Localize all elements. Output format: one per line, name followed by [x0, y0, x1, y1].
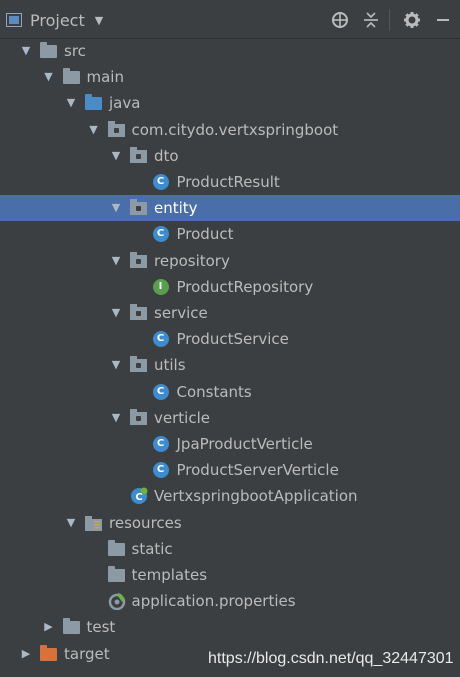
folder-icon	[107, 539, 125, 556]
tree-item-service[interactable]: ▼ service	[0, 300, 460, 326]
tree-item-label: dto	[154, 146, 179, 165]
folder-icon	[62, 68, 80, 85]
package-icon	[130, 199, 147, 216]
class-icon: C	[152, 462, 169, 479]
tree-item-label: repository	[154, 251, 230, 270]
chevron-down-icon[interactable]: ▼	[95, 14, 103, 27]
source-folder-icon	[85, 94, 102, 111]
package-icon	[130, 304, 147, 320]
tree-item-java[interactable]: ▼ java	[0, 90, 460, 116]
expand-arrow-icon[interactable]: ▼	[109, 352, 123, 378]
expand-arrow-icon[interactable]: ▼	[109, 248, 123, 274]
collapse-icon[interactable]	[360, 9, 382, 31]
expand-arrow-icon[interactable]: ▼	[64, 510, 78, 536]
tree-item-vertxspringbootapplication[interactable]: C VertxspringbootApplication	[0, 483, 460, 509]
expand-arrow-icon[interactable]: ▼	[109, 195, 123, 221]
hide-icon[interactable]	[432, 9, 454, 31]
folder-icon	[40, 42, 57, 58]
tree-item-label: application.properties	[131, 592, 296, 611]
tree-item-label: VertxspringbootApplication	[154, 487, 358, 506]
tree-item-repository[interactable]: ▼ repository	[0, 248, 460, 274]
spring-properties-icon	[108, 592, 126, 611]
project-tree: ▼ src ▼ main ▼ java ▼ com.citydo.vertxspringboo…	[0, 38, 460, 677]
expand-arrow-icon[interactable]: ▼	[87, 117, 101, 143]
tree-item-productrepository[interactable]: I ProductRepository	[0, 274, 460, 300]
tree-item-templates[interactable]: templates	[0, 562, 460, 588]
expand-arrow-icon[interactable]: ▼	[19, 38, 33, 64]
tree-item-jpaproductverticle[interactable]: C JpaProductVerticle	[0, 431, 460, 457]
tree-item-label: java	[109, 94, 141, 113]
tree-item-label: ProductResult	[176, 173, 280, 191]
tree-item-productserververticle[interactable]: C ProductServerVerticle	[0, 457, 460, 483]
tree-item-label: JpaProductVerticle	[176, 435, 313, 453]
watermark: https://blog.csdn.net/qq_32447301	[208, 650, 454, 667]
expand-arrow-icon[interactable]: ▼	[109, 143, 123, 169]
expand-arrow-icon[interactable]: ▼	[42, 64, 56, 90]
tree-item-product[interactable]: C Product	[0, 221, 460, 247]
tree-item-label: utils	[154, 356, 186, 375]
package-icon	[107, 120, 125, 137]
tree-item-label: templates	[131, 566, 208, 584]
tree-item-resources[interactable]: ▼ resources	[0, 510, 460, 536]
tree-item-label: main	[86, 68, 124, 87]
tree-item-label: entity	[154, 199, 198, 218]
tree-item-label: ProductRepository	[176, 277, 314, 296]
tree-item-label: Product	[176, 225, 234, 244]
tree-item-main[interactable]: ▼ main	[0, 64, 460, 90]
project-view-selector[interactable]: Project ▼	[6, 10, 103, 30]
class-icon: C	[152, 436, 169, 452]
folder-icon	[107, 566, 125, 582]
spring-boot-class-icon: C	[130, 487, 148, 505]
class-icon: C	[152, 226, 169, 243]
tree-item-label: com.citydo.vertxspringboot	[131, 120, 339, 139]
interface-icon: I	[152, 278, 169, 295]
folder-icon	[62, 618, 80, 635]
tree-item-label: Constants	[176, 382, 252, 401]
package-icon	[130, 356, 147, 373]
tree-item-test[interactable]: ▶ test	[0, 614, 460, 640]
tree-item-com-citydo-vertxspringboot[interactable]: ▼ com.citydo.vertxspringboot	[0, 117, 460, 143]
tree-item-label: target	[64, 644, 110, 663]
tree-item-label: test	[86, 618, 116, 637]
tree-item-verticle[interactable]: ▼ verticle	[0, 405, 460, 431]
expand-arrow-icon[interactable]: ▼	[64, 90, 78, 116]
tree-item-static[interactable]: static	[0, 536, 460, 562]
project-toolbar: Project ▼	[0, 0, 460, 39]
package-icon	[130, 408, 147, 425]
tree-item-label: verticle	[154, 408, 210, 427]
package-icon	[130, 146, 147, 163]
project-title: Project	[30, 10, 85, 30]
expand-arrow-icon[interactable]: ▼	[109, 300, 123, 326]
resources-folder-icon	[85, 515, 102, 531]
svg-text:C: C	[135, 492, 142, 503]
class-icon: C	[152, 383, 169, 400]
tree-item-label: ProductService	[176, 330, 289, 349]
tree-item-dto[interactable]: ▼ dto	[0, 143, 460, 169]
gear-icon[interactable]	[401, 9, 423, 31]
tree-item-src[interactable]: ▼ src	[0, 38, 460, 64]
tree-item-utils[interactable]: ▼ utils	[0, 352, 460, 378]
collapse-arrow-icon[interactable]: ▶	[42, 614, 56, 640]
package-icon	[130, 251, 147, 268]
tree-item-label: src	[64, 42, 86, 60]
tree-item-productservice[interactable]: C ProductService	[0, 326, 460, 352]
tree-item-entity[interactable]: ▼ entity	[0, 195, 460, 222]
tree-item-label: static	[131, 539, 173, 558]
excluded-folder-icon	[40, 644, 57, 661]
tree-item-label: ProductServerVerticle	[176, 461, 339, 480]
expand-arrow-icon[interactable]: ▼	[109, 405, 123, 431]
collapse-arrow-icon[interactable]: ▶	[19, 641, 33, 667]
tree-item-label: service	[154, 304, 208, 322]
tree-item-constants[interactable]: C Constants	[0, 379, 460, 405]
project-icon	[6, 13, 22, 27]
class-icon: C	[152, 331, 169, 348]
tree-item-label: resources	[109, 513, 182, 532]
toolbar-divider	[389, 9, 390, 31]
tree-item-productresult[interactable]: C ProductResult	[0, 169, 460, 195]
tree-item-application-properties[interactable]: application.properties	[0, 588, 460, 614]
class-icon: C	[152, 174, 169, 190]
target-icon[interactable]	[329, 9, 351, 31]
